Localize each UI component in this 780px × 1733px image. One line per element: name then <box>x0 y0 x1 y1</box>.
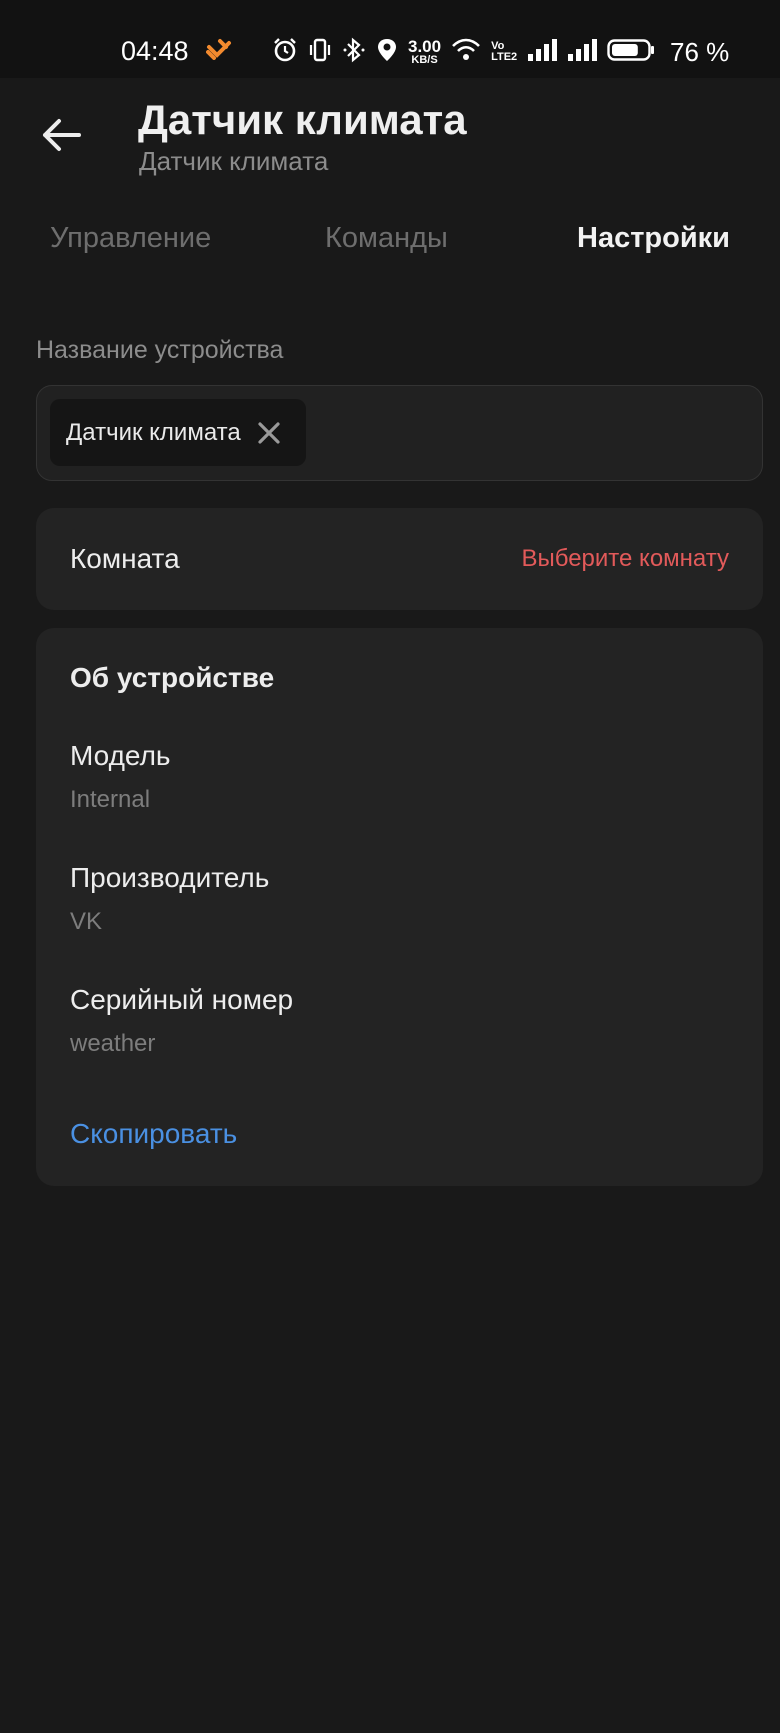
tab-bar: Управление Команды Настройки <box>0 222 780 272</box>
model-value: Internal <box>70 786 151 813</box>
copy-button[interactable]: Скопировать <box>70 1118 237 1150</box>
select-room-link[interactable]: Выберите комнату <box>521 545 729 573</box>
battery-icon <box>607 38 655 67</box>
room-row[interactable]: Комната Выберите комнату <box>36 508 763 610</box>
bluetooth-icon <box>342 37 366 68</box>
status-time: 04:48 <box>121 36 189 66</box>
signal-icon <box>567 38 598 67</box>
page-subtitle: Датчик климата <box>139 146 329 176</box>
net-speed: 3.00 KB/S <box>408 37 442 66</box>
status-bar: 04:48 3.00 KB/S Vo LTE2 76 % <box>0 0 780 78</box>
room-label: Комната <box>70 543 180 574</box>
signal-icon <box>527 38 558 67</box>
serial-number-value: weather <box>70 1030 156 1057</box>
manufacturer-label: Производитель <box>70 862 270 893</box>
back-button[interactable] <box>28 104 94 170</box>
location-icon <box>376 37 398 68</box>
about-device-card: Об устройстве Модель Internal Производит… <box>36 628 763 1186</box>
arrow-left-icon <box>39 117 83 158</box>
device-name-value: Датчик климата <box>66 418 241 446</box>
page-title: Датчик климата <box>138 96 467 143</box>
device-name-input[interactable]: Датчик климата <box>36 385 763 481</box>
close-icon[interactable] <box>255 419 283 447</box>
battery-percent: 76 % <box>670 37 730 67</box>
tab-settings[interactable]: Настройки <box>577 222 730 255</box>
about-device-title: Об устройстве <box>70 662 275 693</box>
wifi-icon <box>451 38 481 67</box>
manufacturer-value: VK <box>70 908 103 935</box>
app-notification-icon <box>206 38 232 65</box>
device-name-label: Название устройства <box>36 336 284 364</box>
serial-number-label: Серийный номер <box>70 984 294 1015</box>
battery-fill <box>612 43 638 56</box>
vibrate-icon <box>308 37 332 68</box>
volte-indicator: Vo LTE2 <box>491 40 518 63</box>
tab-commands[interactable]: Команды <box>325 222 448 255</box>
alarm-icon <box>272 37 298 68</box>
status-icons: 3.00 KB/S Vo LTE2 <box>272 36 665 68</box>
tab-control[interactable]: Управление <box>50 222 211 255</box>
device-name-chip[interactable]: Датчик климата <box>50 399 306 466</box>
model-label: Модель <box>70 740 171 771</box>
